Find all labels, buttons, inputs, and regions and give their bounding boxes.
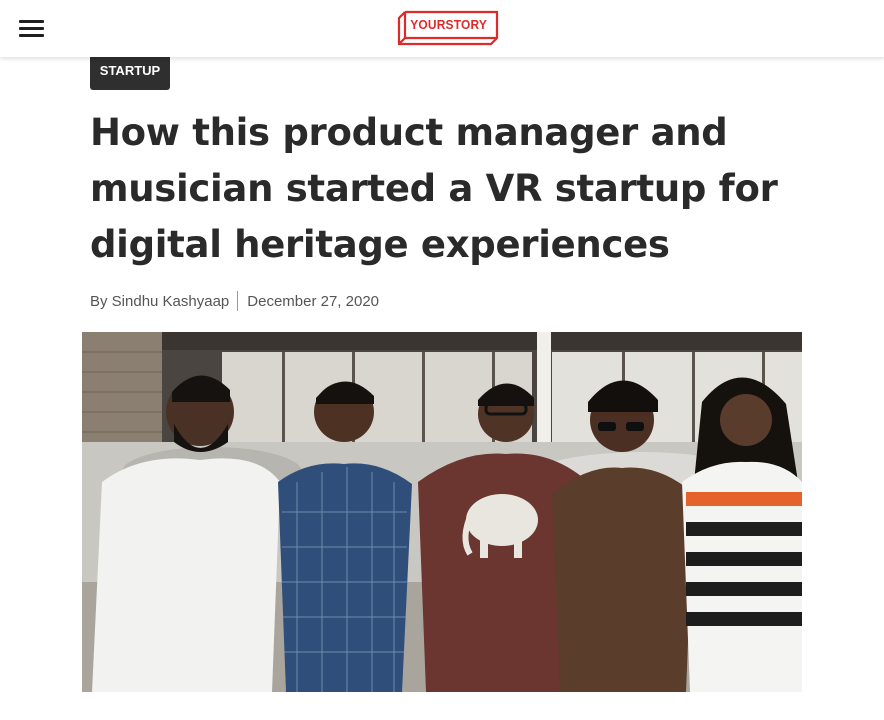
yourstory-logo[interactable]: YOURSTORY — [397, 6, 501, 46]
site-header: YOURSTORY — [0, 0, 884, 57]
article-hero-image — [82, 332, 802, 692]
team-photo-illustration — [82, 332, 802, 692]
author-link[interactable]: By Sindhu Kashyaap — [90, 293, 229, 310]
logo-text: YOURSTORY — [410, 17, 488, 32]
publish-date: December 27, 2020 — [247, 292, 380, 310]
menu-bar — [19, 34, 44, 37]
byline-divider — [237, 291, 239, 311]
article-title: How this product manager and musician st… — [90, 111, 778, 266]
hamburger-menu-icon[interactable] — [19, 18, 45, 38]
menu-bar — [19, 20, 44, 23]
menu-bar — [19, 27, 44, 30]
article-byline: By Sindhu Kashyaap December 27, 2020 — [90, 290, 379, 312]
